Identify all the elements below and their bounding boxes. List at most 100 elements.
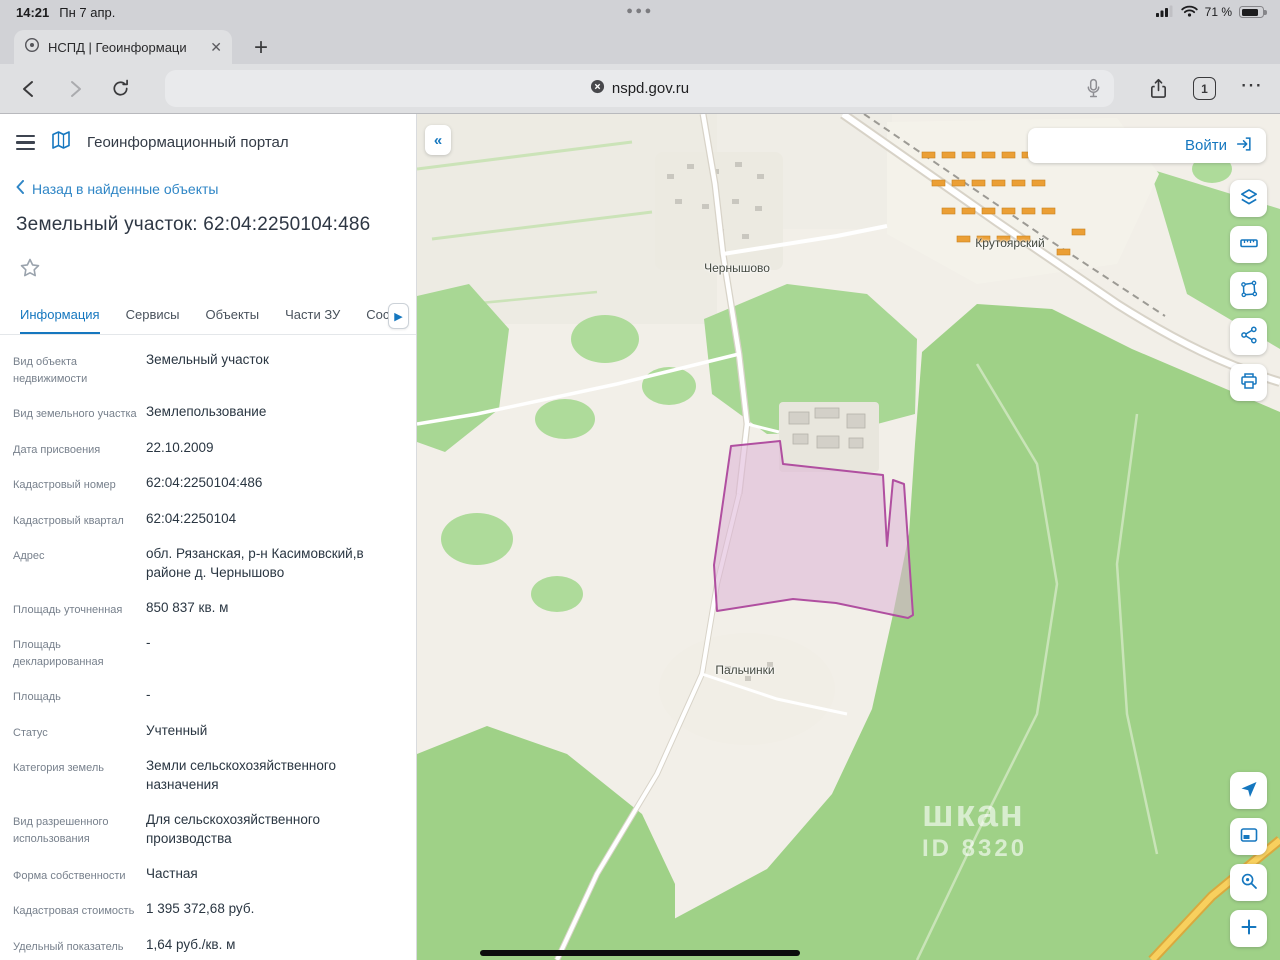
field-value: 62:04:2250104:486 bbox=[146, 474, 262, 493]
field-label: Категория земель bbox=[13, 757, 146, 777]
more-options-button[interactable]: ⋯ bbox=[1240, 81, 1262, 96]
field-value: - bbox=[146, 686, 151, 705]
field-value: обл. Рязанская, р-н Касимовский,в районе… bbox=[146, 545, 402, 583]
url-text: nspd.gov.ru bbox=[612, 80, 689, 97]
tab-zu-parts[interactable]: Части ЗУ bbox=[285, 301, 340, 334]
field-value: Земли сельскохозяйственного назначения bbox=[146, 757, 402, 795]
date: Пн 7 апр. bbox=[59, 5, 115, 20]
field-row: Удельный показатель1,64 руб./кв. м bbox=[0, 928, 416, 960]
field-row: Кадастровый номер62:04:2250104:486 bbox=[0, 466, 416, 502]
field-value: 1,64 руб./кв. м bbox=[146, 936, 235, 955]
search-area-icon bbox=[1239, 871, 1259, 894]
field-label: Дата присвоения bbox=[13, 439, 146, 459]
field-row: Вид разрешенного использованияДля сельск… bbox=[0, 803, 416, 857]
field-row: Площадь- bbox=[0, 678, 416, 714]
field-label: Форма собственности bbox=[13, 865, 146, 885]
field-row: Вид земельного участкаЗемлепользование bbox=[0, 395, 416, 431]
print-icon bbox=[1239, 371, 1259, 394]
layers-button[interactable] bbox=[1230, 180, 1267, 217]
browser-chrome: 14:21 Пн 7 апр. 71 % ●●● НСПД | Геоинфор… bbox=[0, 0, 1280, 114]
battery-percent: 71 % bbox=[1205, 5, 1232, 19]
favicon-icon bbox=[24, 37, 40, 58]
home-indicator[interactable] bbox=[480, 950, 800, 956]
back-button[interactable] bbox=[18, 78, 40, 100]
field-label: Статус bbox=[13, 722, 146, 742]
page-title: Земельный участок: 62:04:2250104:486 bbox=[16, 214, 396, 236]
zoom-in-button[interactable] bbox=[1230, 910, 1267, 947]
login-button[interactable]: Войти bbox=[1028, 128, 1266, 163]
field-row: Адресобл. Рязанская, р-н Касимовский,в р… bbox=[0, 537, 416, 591]
map-tools-bottom bbox=[1230, 772, 1267, 947]
field-label: Вид разрешенного использования bbox=[13, 811, 146, 847]
address-bar[interactable]: nspd.gov.ru bbox=[165, 70, 1114, 107]
field-value: 62:04:2250104 bbox=[146, 510, 236, 529]
login-arrow-icon bbox=[1235, 135, 1253, 156]
field-label: Удельный показатель bbox=[13, 936, 146, 956]
map-canvas[interactable]: ЧернышовоКрутоярскийПальчинки « Войти шк… bbox=[417, 114, 1280, 960]
forward-button[interactable] bbox=[64, 78, 86, 100]
clock: 14:21 bbox=[16, 5, 49, 20]
portal-title: Геоинформационный портал bbox=[87, 134, 289, 151]
layers-icon bbox=[1239, 187, 1259, 210]
tab-information[interactable]: Информация bbox=[20, 301, 100, 334]
field-row: Площадь уточненная850 837 кв. м bbox=[0, 591, 416, 627]
field-row: Вид объекта недвижимостиЗемельный участо… bbox=[0, 343, 416, 395]
field-label: Кадастровый квартал bbox=[13, 510, 146, 530]
locate-icon bbox=[1239, 779, 1259, 802]
measure-area-button[interactable] bbox=[1230, 272, 1267, 309]
field-label: Адрес bbox=[13, 545, 146, 565]
field-row: Площадь декларированная- bbox=[0, 626, 416, 678]
locate-button[interactable] bbox=[1230, 772, 1267, 809]
share-button[interactable] bbox=[1148, 77, 1169, 100]
multitask-dots-icon[interactable]: ●●● bbox=[626, 5, 653, 17]
field-label: Площадь bbox=[13, 686, 146, 706]
print-button[interactable] bbox=[1230, 364, 1267, 401]
field-label: Вид земельного участка bbox=[13, 403, 146, 423]
site-settings-icon[interactable] bbox=[590, 79, 605, 98]
field-row: Кадастровая стоимость1 395 372,68 руб. bbox=[0, 892, 416, 928]
tab-title: НСПД | Геоинформаци bbox=[48, 40, 202, 55]
microphone-icon[interactable] bbox=[1086, 78, 1101, 103]
tabs-scroll-right-icon[interactable]: ▶ bbox=[388, 303, 409, 329]
tab-objects[interactable]: Объекты bbox=[205, 301, 259, 334]
browser-toolbar: nspd.gov.ru 1 ⋯ bbox=[0, 64, 1280, 114]
field-label: Кадастровый номер bbox=[13, 474, 146, 494]
info-panel: Геоинформационный портал Назад в найденн… bbox=[0, 114, 417, 960]
tab-strip: НСПД | Геоинформаци ✕ + bbox=[0, 24, 1280, 64]
field-value: 850 837 кв. м bbox=[146, 599, 228, 618]
share-icon bbox=[1239, 325, 1259, 348]
field-row: Дата присвоения22.10.2009 bbox=[0, 431, 416, 467]
field-row: Категория земельЗемли сельскохозяйственн… bbox=[0, 749, 416, 803]
map-tiles bbox=[417, 114, 1280, 960]
field-label: Площадь декларированная bbox=[13, 634, 146, 670]
tabs: ИнформацияСервисыОбъектыЧасти ЗУСостав bbox=[0, 301, 416, 334]
reload-button[interactable] bbox=[110, 78, 131, 99]
field-label: Вид объекта недвижимости bbox=[13, 351, 146, 387]
field-label: Площадь уточненная bbox=[13, 599, 146, 619]
favorite-star-icon[interactable] bbox=[18, 256, 42, 283]
overview-button[interactable] bbox=[1230, 818, 1267, 855]
measure-area-icon bbox=[1239, 279, 1259, 302]
battery-icon bbox=[1239, 6, 1264, 18]
share-button[interactable] bbox=[1230, 318, 1267, 355]
field-value: Землепользование bbox=[146, 403, 266, 422]
tab-services[interactable]: Сервисы bbox=[126, 301, 180, 334]
browser-tab[interactable]: НСПД | Геоинформаци ✕ bbox=[14, 30, 232, 64]
map-tools-top bbox=[1230, 180, 1267, 401]
field-value: 22.10.2009 bbox=[146, 439, 214, 458]
back-to-results-link[interactable]: Назад в найденные объекты bbox=[16, 180, 218, 197]
wifi-icon bbox=[1181, 5, 1198, 20]
field-row: Кадастровый квартал62:04:2250104 bbox=[0, 502, 416, 538]
overview-icon bbox=[1239, 825, 1259, 848]
field-value: Для сельскохозяйственного производства bbox=[146, 811, 402, 849]
tabs-overview-button[interactable]: 1 bbox=[1193, 77, 1216, 100]
new-tab-button[interactable]: + bbox=[254, 36, 268, 60]
search-area-button[interactable] bbox=[1230, 864, 1267, 901]
menu-icon[interactable] bbox=[16, 133, 35, 152]
close-tab-icon[interactable]: ✕ bbox=[210, 40, 222, 54]
field-value: Учтенный bbox=[146, 722, 207, 741]
chevron-left-icon bbox=[16, 180, 24, 197]
collapse-panel-icon[interactable]: « bbox=[425, 125, 451, 155]
ruler-button[interactable] bbox=[1230, 226, 1267, 263]
zoom-in-icon bbox=[1239, 917, 1259, 940]
